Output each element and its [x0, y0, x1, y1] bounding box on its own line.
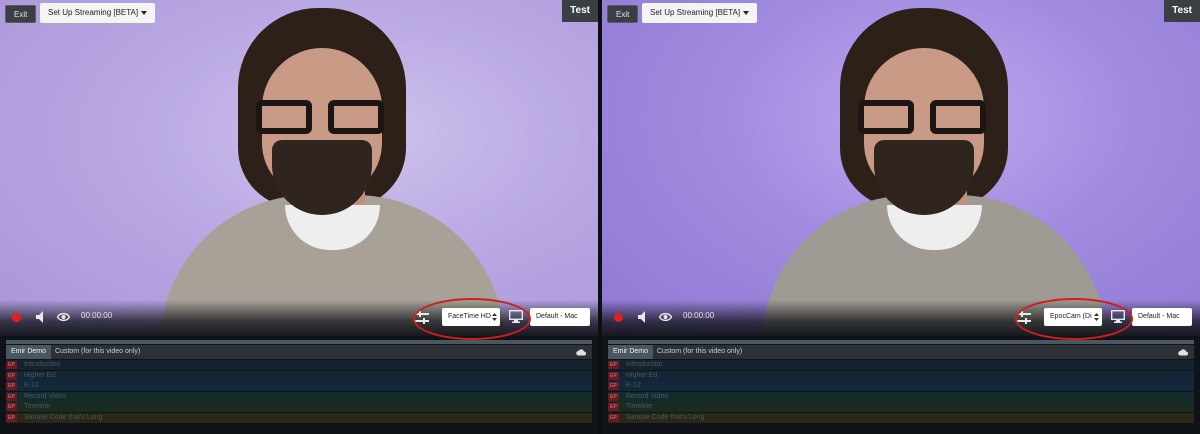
control-bar: 00:00:00 EpocCam (Di Default - Mac: [602, 300, 1200, 336]
setup-streaming-button[interactable]: Set Up Streaming [BETA]: [642, 3, 758, 23]
test-button[interactable]: Test: [562, 0, 598, 22]
list-item[interactable]: EP K-12: [6, 381, 592, 391]
timeline-strip: [608, 340, 1194, 344]
list-item[interactable]: EP Timeline: [6, 402, 592, 412]
chapter-title: Sample Code that's Long: [626, 413, 705, 421]
episode-badge: EP: [608, 413, 619, 422]
chapter-title: Higher Ed: [24, 371, 56, 379]
chapter-list: EP Introduction EP Higher Ed EP K-12 EP Reco…: [6, 360, 592, 423]
chapter-list: EP Introduction EP Higher Ed EP K-12 EP Reco…: [608, 360, 1194, 423]
episode-badge: EP: [6, 361, 17, 369]
camera-preview: Exit Set Up Streaming [BETA] Test 00:00:…: [602, 0, 1200, 336]
setup-streaming-label: Set Up Streaming [BETA]: [48, 8, 139, 17]
list-item[interactable]: EP Higher Ed: [608, 370, 1194, 381]
cloud-icon[interactable]: [1178, 348, 1188, 356]
list-item[interactable]: EP K-12: [608, 381, 1194, 391]
exit-button[interactable]: Exit: [607, 5, 639, 23]
person-glasses: [858, 100, 986, 140]
camera-preview: Exit Set Up Streaming [BETA] Test 00:00:…: [0, 0, 598, 336]
chapter-title: Record Video: [626, 392, 669, 400]
monitor-icon[interactable]: [509, 310, 523, 323]
select-arrows-icon: [1094, 313, 1099, 321]
recorder-panel-right: Exit Set Up Streaming [BETA] Test 00:00:…: [602, 0, 1200, 434]
episode-badge: EP: [608, 361, 619, 369]
record-icon[interactable]: [614, 313, 623, 322]
timecode: 00:00:00: [683, 311, 715, 320]
tab-emir-demo[interactable]: Emir Demo: [6, 345, 52, 359]
speaker-icon[interactable]: [36, 311, 46, 323]
chapter-title: Timeline: [24, 403, 51, 410]
chapter-tabs: Emir Demo Custom (for this video only): [608, 345, 1194, 359]
camera-select-value: FaceTime HD: [448, 313, 491, 320]
episode-badge: EP: [608, 403, 619, 411]
list-item[interactable]: EP Higher Ed: [6, 370, 592, 381]
chapter-tabs: Emir Demo Custom (for this video only): [6, 345, 592, 359]
levels-icon[interactable]: [415, 311, 429, 324]
exit-button[interactable]: Exit: [5, 5, 37, 23]
episode-badge: EP: [6, 413, 17, 422]
tab-custom[interactable]: Custom (for this video only): [50, 345, 145, 359]
speaker-icon[interactable]: [638, 311, 648, 323]
timeline-strip: [6, 340, 592, 344]
output-select[interactable]: Default - Mac: [530, 308, 590, 326]
list-item[interactable]: EP Record Video: [6, 391, 592, 402]
list-item[interactable]: EP Timeline: [608, 402, 1194, 412]
app-window: Exit Set Up Streaming [BETA] Test 00:00:…: [0, 0, 1200, 434]
levels-icon[interactable]: [1017, 311, 1031, 324]
timecode: 00:00:00: [81, 311, 113, 320]
camera-select[interactable]: EpocCam (Di: [1044, 308, 1102, 326]
chapter-title: Higher Ed: [626, 371, 658, 379]
list-item[interactable]: EP Introduction: [608, 360, 1194, 370]
list-item[interactable]: EP Record Video: [608, 391, 1194, 402]
record-icon[interactable]: [12, 313, 21, 322]
chapter-title: K-12: [24, 382, 39, 389]
chevron-down-icon: [743, 10, 750, 15]
control-bar: 00:00:00 FaceTime HD Default - Mac: [0, 300, 598, 336]
episode-badge: EP: [608, 382, 619, 390]
list-item[interactable]: EP Sample Code that's Long: [6, 412, 592, 423]
chapter-title: Timeline: [626, 403, 653, 410]
chevron-down-icon: [141, 10, 148, 15]
tab-custom[interactable]: Custom (for this video only): [652, 345, 747, 359]
test-button[interactable]: Test: [1164, 0, 1200, 22]
camera-select[interactable]: FaceTime HD: [442, 308, 500, 326]
output-select[interactable]: Default - Mac: [1132, 308, 1192, 326]
chapter-title: Record Video: [24, 392, 67, 400]
tab-emir-demo[interactable]: Emir Demo: [608, 345, 654, 359]
chapter-title: K-12: [626, 382, 641, 389]
episode-badge: EP: [608, 392, 619, 401]
chapter-title: Sample Code that's Long: [24, 413, 103, 421]
monitor-icon[interactable]: [1111, 310, 1125, 323]
select-arrows-icon: [492, 313, 497, 321]
list-item[interactable]: EP Sample Code that's Long: [608, 412, 1194, 423]
chapter-title: Introduction: [24, 361, 61, 368]
chapter-title: Introduction: [626, 361, 663, 368]
setup-streaming-label: Set Up Streaming [BETA]: [650, 8, 741, 17]
list-item[interactable]: EP Introduction: [6, 360, 592, 370]
episode-badge: EP: [608, 371, 619, 380]
eye-icon[interactable]: [659, 312, 672, 322]
cloud-icon[interactable]: [576, 348, 586, 356]
camera-select-value: EpocCam (Di: [1050, 313, 1092, 320]
setup-streaming-button[interactable]: Set Up Streaming [BETA]: [40, 3, 156, 23]
episode-badge: EP: [6, 392, 17, 401]
episode-badge: EP: [6, 403, 17, 411]
episode-badge: EP: [6, 382, 17, 390]
episode-badge: EP: [6, 371, 17, 380]
eye-icon[interactable]: [57, 312, 70, 322]
recorder-panel-left: Exit Set Up Streaming [BETA] Test 00:00:…: [0, 0, 598, 434]
person-glasses: [256, 100, 384, 140]
